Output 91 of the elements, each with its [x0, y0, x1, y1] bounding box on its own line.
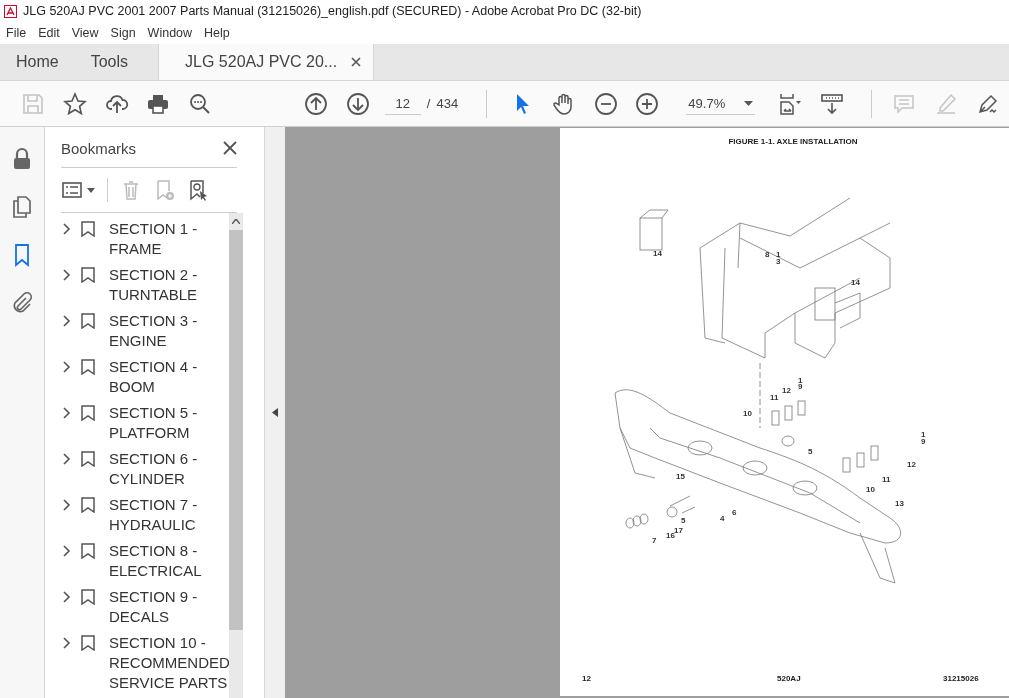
bookmark-item[interactable]: SECTION 7 - HYDRAULIC [109, 495, 229, 535]
page-footer-text: 520AJ [777, 674, 801, 683]
callout-number: 15 [676, 472, 685, 481]
chevron-icon[interactable] [61, 590, 71, 604]
page-footer-text: 31215026 [943, 674, 979, 683]
page-footer-text: 12 [582, 674, 591, 683]
callout-number: 11 [770, 393, 779, 402]
scrollbar[interactable] [229, 213, 243, 698]
callout-number: 16 [666, 531, 675, 540]
callout-number: 1 [776, 250, 781, 259]
callout-number: 10 [743, 409, 752, 418]
chevron-icon[interactable] [61, 452, 71, 466]
bookmark-item[interactable]: SECTION 8 - ELECTRICAL [109, 541, 229, 581]
window-title: JLG 520AJ PVC 2001 2007 Parts Manual (31215026)_english.pdf (SECURED) - Adobe Acrobat Pro DC (32-bit) [23, 4, 642, 18]
callout-number: 5 [808, 447, 813, 456]
chevron-icon[interactable] [61, 544, 71, 558]
bookmark-item[interactable]: SECTION 4 - BOOM [109, 357, 229, 397]
menu-item[interactable]: File [6, 26, 27, 40]
callout-number: 1 [798, 376, 803, 385]
chevron-icon[interactable] [61, 314, 71, 328]
bookmark-icon [81, 451, 95, 467]
arrow-up-icon[interactable] [304, 91, 329, 116]
callout-number: 12 [782, 386, 791, 395]
arrow-down-icon[interactable] [345, 91, 370, 116]
scroll-mode-icon[interactable] [819, 91, 844, 116]
menu-item[interactable]: View [71, 26, 99, 40]
bookmark-item[interactable]: SECTION 1 - FRAME [109, 219, 229, 259]
callout-number: 7 [652, 536, 657, 545]
callout-number: 5 [681, 516, 686, 525]
bookmark-icon [81, 497, 95, 513]
callout-number: 11 [882, 475, 891, 484]
bookmark-icon [81, 543, 95, 559]
caret-icon[interactable] [743, 100, 753, 106]
bookmark-icon [81, 359, 95, 375]
callout-number: 12 [907, 460, 916, 469]
callout-number: 6 [732, 508, 737, 517]
menu-item[interactable]: Help [204, 26, 230, 40]
page-separator: / [426, 96, 431, 111]
panel-title: Bookmarks [61, 139, 137, 157]
triangle-left-icon[interactable] [272, 408, 278, 417]
bookmark-item[interactable]: SECTION 6 - CYLINDER [109, 449, 229, 489]
bookmark-item[interactable]: SECTION 2 - TURNTABLE [109, 265, 229, 305]
scroll-up-icon[interactable] [232, 219, 240, 224]
bookmark-item[interactable]: SECTION 3 - ENGINE [109, 311, 229, 351]
chevron-icon[interactable] [61, 360, 71, 374]
tab[interactable]: Home [0, 44, 75, 80]
zoom-in-icon[interactable] [635, 91, 660, 116]
bookmark-icon [81, 313, 95, 329]
zoom-dropdown[interactable]: 49.7% [686, 92, 755, 115]
tab[interactable]: Tools [74, 44, 145, 80]
callout-number: 14 [851, 278, 860, 287]
page-total: 434 [436, 96, 459, 111]
bookmark-icon [81, 405, 95, 421]
close-icon[interactable] [223, 141, 237, 155]
callout-number: 14 [653, 249, 662, 258]
zoom-out-icon[interactable] [593, 91, 618, 116]
callout-number: 3 [776, 257, 781, 266]
callout-number: 1 [921, 430, 926, 439]
menu-item[interactable]: Edit [38, 26, 60, 40]
fit-page-icon[interactable] [777, 91, 802, 116]
bookmark-item[interactable]: SECTION 9 - DECALS [109, 587, 229, 627]
close-icon[interactable] [351, 57, 362, 67]
scroll-thumb[interactable] [229, 230, 243, 630]
app-icon [4, 4, 17, 18]
chevron-icon[interactable] [61, 498, 71, 512]
star-icon[interactable] [62, 91, 87, 116]
caret-icon[interactable] [87, 187, 95, 193]
callout-number: 9 [798, 382, 803, 391]
figure-title: FIGURE 1-1. AXLE INSTALLATION [727, 137, 859, 146]
callout-number: 8 [765, 250, 770, 259]
menu-item[interactable]: Window [147, 26, 193, 40]
callout-number: 17 [674, 526, 683, 535]
bookmark-icon [81, 635, 95, 651]
chevron-icon[interactable] [61, 222, 71, 236]
pages-icon[interactable] [10, 195, 34, 219]
callout-number: 13 [895, 499, 904, 508]
options-menu-button[interactable] [61, 179, 95, 201]
callout-number: 10 [866, 485, 875, 494]
menu-item[interactable]: Sign [110, 26, 136, 40]
callout-number: 9 [921, 437, 926, 446]
tab[interactable]: JLG 520AJ PVC 20... [158, 44, 375, 80]
chevron-icon[interactable] [61, 636, 71, 650]
page-number-field[interactable]: 12 [384, 92, 421, 115]
bookmark-icon [81, 221, 95, 237]
callout-number: 4 [720, 514, 725, 523]
chevron-icon[interactable] [61, 268, 71, 282]
bookmark-item[interactable]: SECTION 10 - RECOMMENDED SERVICE PARTS [109, 633, 229, 693]
bookmark-item[interactable]: SECTION 5 - PLATFORM [109, 403, 229, 443]
bookmark-icon [81, 589, 95, 605]
bookmark-icon [81, 267, 95, 283]
chevron-icon[interactable] [61, 406, 71, 420]
